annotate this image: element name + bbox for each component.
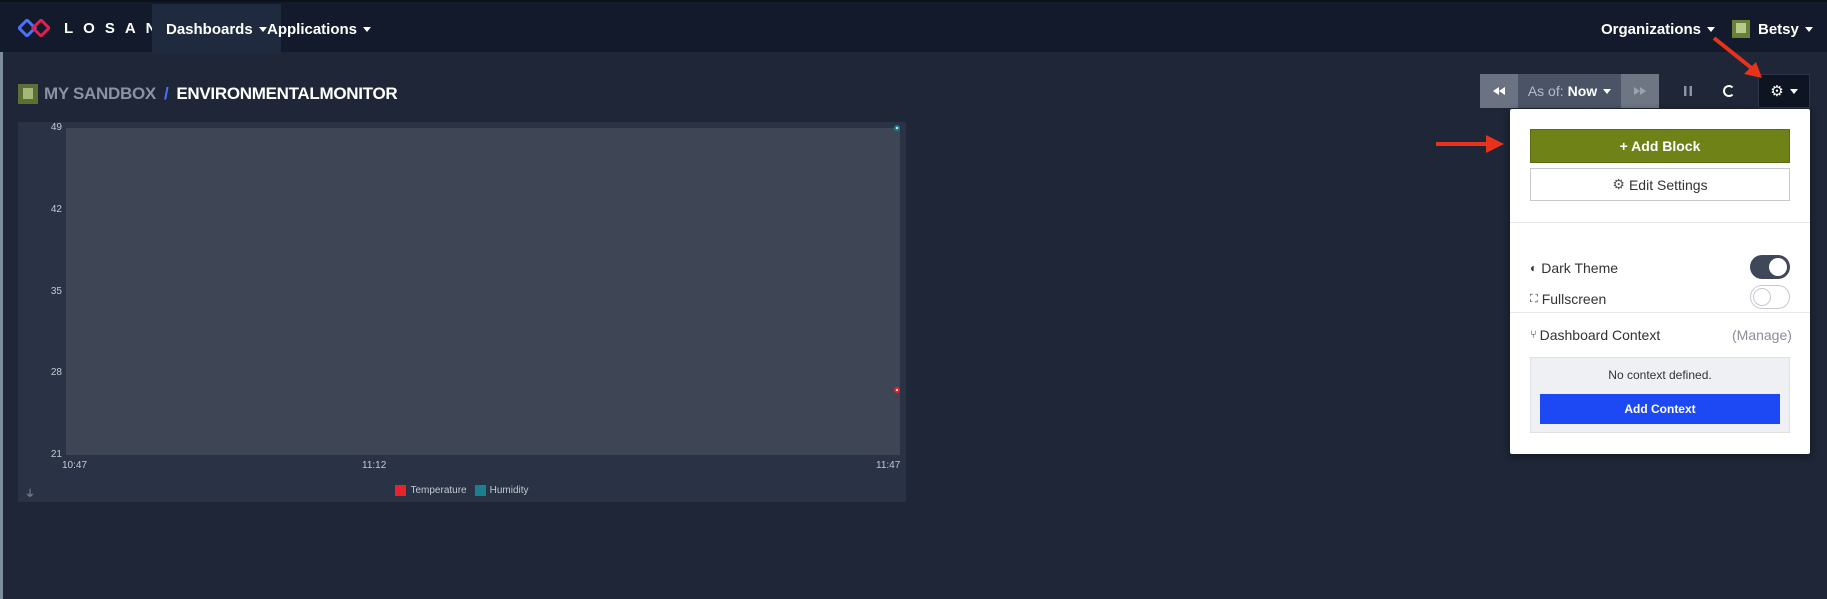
chevron-down-icon (1603, 88, 1612, 94)
loading-spinner-icon (1723, 85, 1735, 97)
divider (1510, 222, 1810, 223)
fullscreen-row: ⛶ Fullscreen (1530, 291, 1606, 307)
fast-forward-button[interactable] (1621, 74, 1659, 108)
losant-logo-icon (18, 19, 50, 37)
data-point[interactable] (894, 125, 900, 131)
no-context-message: No context defined. (1608, 368, 1712, 382)
legend-item[interactable]: Temperature (395, 485, 467, 496)
dark-theme-label: Dark Theme (1541, 260, 1619, 276)
as-of-dropdown[interactable]: As of: Now (1518, 74, 1621, 108)
fullscreen-label: Fullscreen (1541, 291, 1607, 307)
nav-organizations[interactable]: Organizations (1587, 4, 1729, 54)
legend-label: Temperature (410, 485, 467, 496)
dark-theme-row: ◐ Dark Theme (1530, 260, 1618, 276)
breadcrumb: My Sandbox / EnvironmentalMonitor (18, 84, 398, 104)
fullscreen-icon: ⛶ (1530, 292, 1538, 305)
toggle-knob (1769, 258, 1787, 276)
chart-plot-area (66, 128, 900, 455)
chevron-down-icon (363, 26, 372, 32)
dark-theme-toggle[interactable] (1750, 255, 1790, 279)
legend-swatch (395, 485, 407, 496)
legend-label: Humidity (489, 485, 529, 496)
y-tick-label: 42 (50, 203, 62, 215)
nav-applications-label: Applications (267, 20, 358, 38)
chart-legend: Temperature Humidity (18, 485, 906, 496)
y-tick-label: 21 (50, 449, 62, 460)
data-point[interactable] (894, 386, 900, 393)
contrast-icon: ◐ (1530, 261, 1538, 275)
y-tick-label: 28 (50, 367, 62, 379)
context-box: No context defined. Add Context (1530, 357, 1790, 433)
context-icon: ⑂ (1530, 329, 1537, 341)
dashboard-context-row: ⑂ Dashboard Context (1530, 327, 1660, 343)
nav-dashboards-label: Dashboards (166, 20, 253, 38)
y-tick-label: 49 (50, 122, 62, 133)
settings-dropdown-menu: + Add Block ⚙ Edit Settings ◐ Dark Theme ⛶… (1510, 109, 1810, 454)
legend-swatch (474, 485, 486, 496)
rewind-button[interactable] (1480, 74, 1518, 108)
nav-organizations-label: Organizations (1601, 20, 1702, 38)
chevron-down-icon (1789, 88, 1798, 94)
add-block-button[interactable]: + Add Block (1530, 129, 1790, 163)
add-context-button[interactable]: Add Context (1540, 394, 1780, 424)
as-of-label: As of: (1527, 83, 1564, 99)
time-series-block: ⏚ Temperature Humidity 49 42 35 28 21 10:47 11:… (18, 122, 906, 502)
y-tick-label: 35 (50, 285, 62, 297)
breadcrumb-sandbox-link[interactable]: My Sandbox (44, 84, 156, 104)
fullscreen-toggle[interactable] (1750, 285, 1790, 309)
breadcrumb-separator: / (163, 84, 169, 103)
sandbox-avatar (18, 84, 38, 104)
window-edge (0, 0, 3, 599)
chevron-down-icon (1804, 26, 1813, 32)
dashboard-context-label: Dashboard Context (1539, 327, 1661, 343)
toggle-knob (1753, 288, 1771, 306)
annotation-arrow-icon (1436, 135, 1504, 153)
annotation-arrow-icon (1712, 36, 1762, 78)
x-tick-label: 11:47 (876, 460, 901, 471)
nav-applications[interactable]: Applications (253, 4, 385, 54)
as-of-value: Now (1567, 83, 1598, 99)
pause-button[interactable] (1675, 74, 1701, 108)
legend-item[interactable]: Humidity (474, 485, 529, 496)
fast-forward-icon (1634, 87, 1646, 95)
gear-icon: ⚙ (1612, 176, 1625, 192)
x-tick-label: 11:12 (362, 460, 387, 471)
page-title: EnvironmentalMonitor (176, 84, 398, 103)
pause-icon (1684, 86, 1692, 96)
manage-context-link[interactable]: (Manage) (1732, 327, 1792, 343)
top-navbar: LOSANT Dashboards Applications Organizat… (0, 0, 1827, 54)
edit-settings-button[interactable]: ⚙ Edit Settings (1530, 168, 1790, 201)
edit-settings-label: Edit Settings (1628, 176, 1708, 193)
gear-icon: ⚙ (1770, 83, 1784, 100)
x-tick-label: 10:47 (62, 460, 88, 471)
chevron-down-icon (1707, 26, 1716, 32)
divider (1510, 312, 1810, 313)
rewind-icon (1493, 87, 1505, 95)
